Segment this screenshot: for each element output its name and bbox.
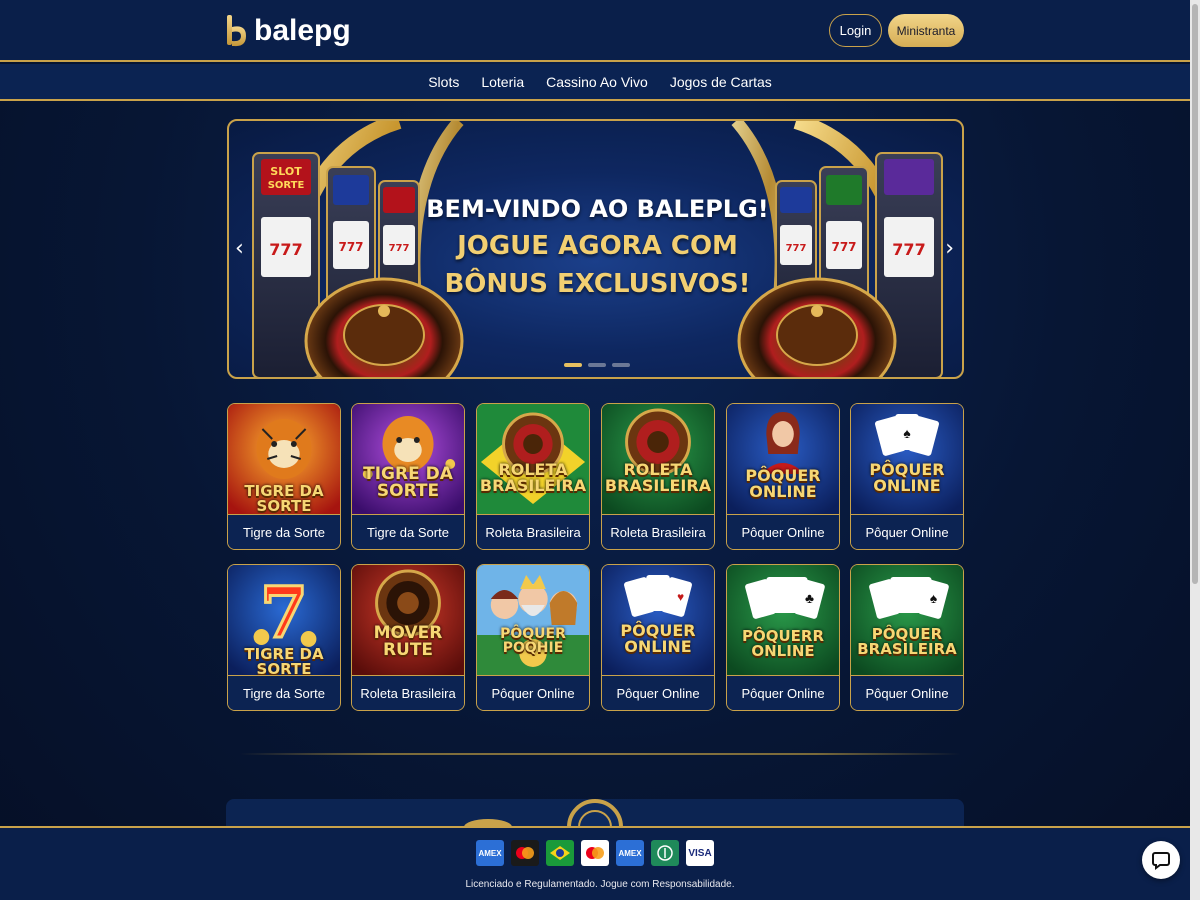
chat-bubble-icon [1152, 852, 1170, 870]
amex-icon: AMEX [476, 840, 504, 866]
footer: AMEX AMEX VISA Licenciado e Regulamentad… [0, 826, 1200, 900]
amex-blue-icon: AMEX [616, 840, 644, 866]
main-nav: Slots Loteria Cassino Ao Vivo Jogos de C… [0, 64, 1200, 101]
game-card-title: Pôquer Online [477, 675, 589, 710]
game-card-tigre-da-sorte-3[interactable]: 7 TIGRE DA SORTE Tigre da Sorte [227, 564, 341, 711]
game-card-title: Pôquer Online [727, 514, 839, 549]
game-thumbnail: MOVER RUTE [352, 565, 464, 675]
game-card-title: Roleta Brasileira [602, 514, 714, 549]
site-logo[interactable]: balepg [226, 13, 351, 49]
license-text: Licenciado e Regulamentado. Jogue com Re… [465, 879, 735, 890]
game-art-title: PÔQUERR ONLINE [741, 627, 825, 660]
login-button[interactable]: Login [829, 14, 882, 47]
carousel-dot-2[interactable] [588, 363, 606, 367]
game-art-title: PÔQUER ONLINE [745, 466, 821, 501]
game-art-title: PÔQUER BRASILEIRA [857, 625, 957, 658]
top-header: balepg Login Ministranta [0, 0, 1200, 62]
svg-text:♠: ♠ [930, 590, 937, 606]
game-thumbnail: ♠ PÔQUER BRASILEIRA [851, 565, 963, 675]
mastercard-icon [511, 840, 539, 866]
banner-subline-2: BÔNUS EXCLUSIVOS! [444, 269, 751, 299]
svg-text:♣: ♣ [805, 590, 814, 606]
game-card-title: Tigre da Sorte [228, 675, 340, 710]
game-art-title: TIGRE DA SORTE [363, 464, 453, 501]
game-card-poquer-online-6[interactable]: ♠ PÔQUER BRASILEIRA Pôquer Online [850, 564, 964, 711]
game-art-title: PÔQUER POQHIE [500, 626, 566, 656]
game-thumbnail: TIGRE DA SORTE [228, 404, 340, 514]
nav-item-loteria[interactable]: Loteria [481, 74, 524, 90]
game-art-title: ROLETA BRASILEIRA [604, 460, 712, 495]
mastercard-alt-icon [581, 840, 609, 866]
game-card-roleta-brasileira-2[interactable]: ROLETA BRASILEIRA Roleta Brasileira [601, 403, 715, 550]
game-card-poquer-online-3[interactable]: PÔQUER POQHIE Pôquer Online [476, 564, 590, 711]
svg-text:SORTE: SORTE [268, 180, 305, 191]
game-art-title: PÔQUER ONLINE [869, 460, 945, 495]
svg-text:♥: ♥ [677, 590, 684, 604]
svg-text:777: 777 [269, 240, 302, 259]
carousel-prev-icon[interactable]: ‹ [235, 236, 244, 261]
svg-text:777: 777 [338, 240, 363, 254]
banner-headline: BEM-VINDO AO BALEPLG! [426, 195, 769, 223]
game-art-title: TIGRE DA SORTE [244, 645, 324, 678]
visa-icon: VISA [686, 840, 714, 866]
game-card-tigre-da-sorte[interactable]: TIGRE DA SORTE Tigre da Sorte [227, 403, 341, 550]
game-art-title: MOVER RUTE [373, 623, 443, 660]
game-thumbnail: PÔQUER POQHIE [477, 565, 589, 675]
game-thumbnail: ♠ PÔQUER ONLINE [851, 404, 963, 514]
hero-banner[interactable]: SLOT SORTE 777 777 777 777 777 777 BEM-V… [227, 119, 964, 379]
carousel-dot-3[interactable] [612, 363, 630, 367]
scrollbar-thumb[interactable] [1192, 4, 1198, 584]
game-thumbnail: ♥ PÔQUER ONLINE [602, 565, 714, 675]
game-art-title: ROLETA BRASILEIRA [479, 460, 587, 495]
pix-icon [651, 840, 679, 866]
game-thumbnail: ROLETA BRASILEIRA [602, 404, 714, 514]
game-card-title: Roleta Brasileira [352, 675, 464, 710]
svg-text:777: 777 [892, 240, 925, 259]
chat-support-button[interactable] [1142, 841, 1180, 879]
register-button[interactable]: Ministranta [888, 14, 964, 47]
game-card-poquer-online-5[interactable]: ♣ PÔQUERR ONLINE Pôquer Online [726, 564, 840, 711]
game-thumbnail: 7 TIGRE DA SORTE [228, 565, 340, 678]
nav-item-slots[interactable]: Slots [428, 74, 459, 90]
carousel-dots [564, 363, 630, 367]
payment-methods: AMEX AMEX VISA [476, 840, 714, 866]
carousel-next-icon[interactable]: › [945, 236, 954, 261]
game-art-title: TIGRE DA SORTE [244, 482, 324, 515]
game-card-poquer-online-2[interactable]: ♠ PÔQUER ONLINE Pôquer Online [850, 403, 964, 550]
svg-text:♠: ♠ [903, 425, 910, 441]
section-divider [240, 753, 960, 755]
game-card-title: Tigre da Sorte [352, 514, 464, 549]
game-card-title: Pôquer Online [851, 514, 963, 549]
game-card-tigre-da-sorte-2[interactable]: TIGRE DA SORTE Tigre da Sorte [351, 403, 465, 550]
logo-b-icon [226, 14, 248, 48]
game-card-title: Pôquer Online [727, 675, 839, 710]
logo-text: balepg [254, 14, 351, 47]
game-card-roleta-brasileira-3[interactable]: MOVER RUTE Roleta Brasileira [351, 564, 465, 711]
game-card-title: Pôquer Online [602, 675, 714, 710]
game-art-title: PÔQUER ONLINE [620, 621, 696, 656]
game-card-title: Pôquer Online [851, 675, 963, 710]
svg-text:SLOT: SLOT [270, 165, 302, 178]
banner-subline-1: JOGUE AGORA COM [457, 231, 738, 261]
game-thumbnail: PÔQUER ONLINE [727, 404, 839, 514]
game-thumbnail: ♣ PÔQUERR ONLINE [727, 565, 839, 675]
game-card-poquer-online[interactable]: PÔQUER ONLINE Pôquer Online [726, 403, 840, 550]
game-card-poquer-online-4[interactable]: ♥ PÔQUER ONLINE Pôquer Online [601, 564, 715, 711]
svg-text:777: 777 [831, 240, 856, 254]
game-card-title: Roleta Brasileira [477, 514, 589, 549]
game-card-title: Tigre da Sorte [228, 514, 340, 549]
nav-item-jogos-de-cartas[interactable]: Jogos de Cartas [670, 74, 772, 90]
carousel-dot-1[interactable] [564, 363, 582, 367]
game-thumbnail: ROLETA BRASILEIRA [477, 404, 589, 514]
brazil-flag-icon [546, 840, 574, 866]
game-thumbnail: TIGRE DA SORTE [352, 404, 464, 514]
game-card-roleta-brasileira[interactable]: ROLETA BRASILEIRA Roleta Brasileira [476, 403, 590, 550]
nav-item-cassino-ao-vivo[interactable]: Cassino Ao Vivo [546, 74, 648, 90]
